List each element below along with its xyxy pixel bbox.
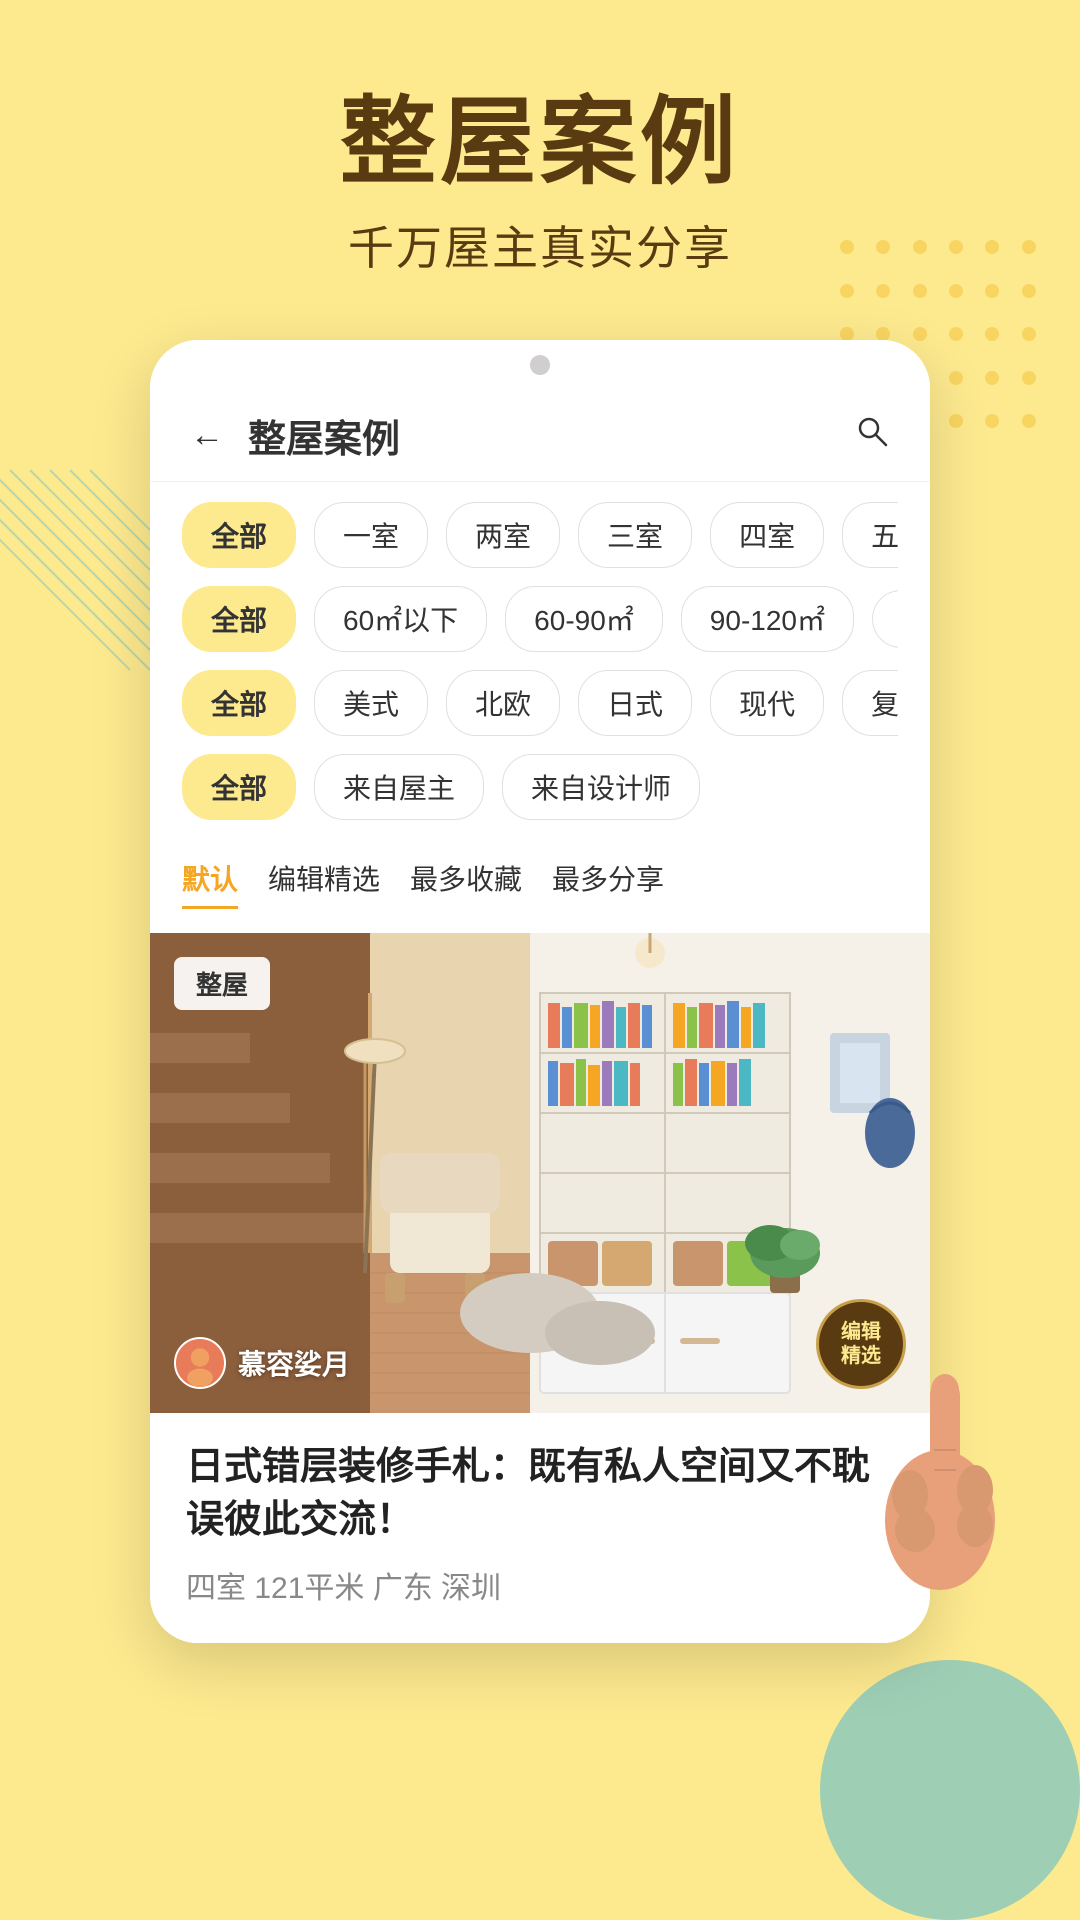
hand-decoration <box>860 1320 1020 1600</box>
sort-default[interactable]: 默认 <box>182 850 238 909</box>
sort-most-saved[interactable]: 最多收藏 <box>410 850 522 909</box>
author-row: 慕容娑月 <box>174 1337 350 1389</box>
filter-tag-modern[interactable]: 现代 <box>710 670 824 736</box>
filter-tag-3room[interactable]: 三室 <box>578 502 692 568</box>
app-header: ← 整屋案例 <box>150 390 930 482</box>
card-title: 日式错层装修手札：既有私人空间又不耽误彼此交流！ <box>186 1441 894 1547</box>
filter-row-area: 全部 60㎡以下 60-90㎡ 90-120㎡ 120- <box>182 586 898 652</box>
sort-row: 默认 编辑精选 最多收藏 最多分享 <box>182 838 898 913</box>
filter-tag-5room[interactable]: 五室 <box>842 502 898 568</box>
card-meta: 四室 121平米 广东 深圳 <box>186 1563 894 1607</box>
phone-notch <box>150 340 930 390</box>
filter-tag-all-source[interactable]: 全部 <box>182 754 296 820</box>
filter-tag-all-style[interactable]: 全部 <box>182 670 296 736</box>
filter-tag-from-owner[interactable]: 来自屋主 <box>314 754 484 820</box>
filter-tag-from-designer[interactable]: 来自设计师 <box>502 754 700 820</box>
author-avatar <box>174 1337 226 1389</box>
filter-tag-all-area[interactable]: 全部 <box>182 586 296 652</box>
app-page-title: 整屋案例 <box>248 408 854 463</box>
filter-tag-all-room[interactable]: 全部 <box>182 502 296 568</box>
card-image-wrapper: 整屋 编辑 精选 慕容娑月 <box>150 933 930 1413</box>
filter-tag-90-120[interactable]: 90-120㎡ <box>681 586 854 652</box>
hero-section: 整屋案例 千万屋主真实分享 <box>0 0 1080 278</box>
author-name: 慕容娑月 <box>238 1343 350 1383</box>
green-circle-decoration <box>820 1660 1080 1920</box>
case-card[interactable]: 整屋 编辑 精选 慕容娑月 <box>150 933 930 1643</box>
search-button[interactable] <box>854 413 890 458</box>
filter-tag-2room[interactable]: 两室 <box>446 502 560 568</box>
filter-row-style: 全部 美式 北欧 日式 现代 复古 <box>182 670 898 736</box>
card-tag: 整屋 <box>174 957 270 1010</box>
filter-tag-4room[interactable]: 四室 <box>710 502 824 568</box>
hero-subtitle: 千万屋主真实分享 <box>0 212 1080 278</box>
filter-row-source: 全部 来自屋主 来自设计师 <box>182 754 898 820</box>
filter-tag-vintage[interactable]: 复古 <box>842 670 898 736</box>
phone-mockup: ← 整屋案例 全部 一室 两室 三室 四室 五室 全部 60㎡以下 60-90㎡… <box>150 340 930 1643</box>
filter-tag-japanese[interactable]: 日式 <box>578 670 692 736</box>
back-button[interactable]: ← <box>190 416 224 455</box>
filter-section: 全部 一室 两室 三室 四室 五室 全部 60㎡以下 60-90㎡ 90-120… <box>150 482 930 933</box>
filter-tag-1room[interactable]: 一室 <box>314 502 428 568</box>
filter-tag-60-90[interactable]: 60-90㎡ <box>505 586 663 652</box>
filter-row-room-type: 全部 一室 两室 三室 四室 五室 <box>182 502 898 568</box>
filter-tag-120plus[interactable]: 120- <box>872 590 898 648</box>
notch-circle <box>530 355 550 375</box>
sort-editor[interactable]: 编辑精选 <box>268 850 380 909</box>
filter-tag-nordic[interactable]: 北欧 <box>446 670 560 736</box>
card-body: 日式错层装修手札：既有私人空间又不耽误彼此交流！ 四室 121平米 广东 深圳 <box>150 1413 930 1643</box>
filter-tag-60less[interactable]: 60㎡以下 <box>314 586 487 652</box>
sort-most-shared[interactable]: 最多分享 <box>552 850 664 909</box>
hero-title: 整屋案例 <box>0 90 1080 196</box>
filter-tag-american[interactable]: 美式 <box>314 670 428 736</box>
